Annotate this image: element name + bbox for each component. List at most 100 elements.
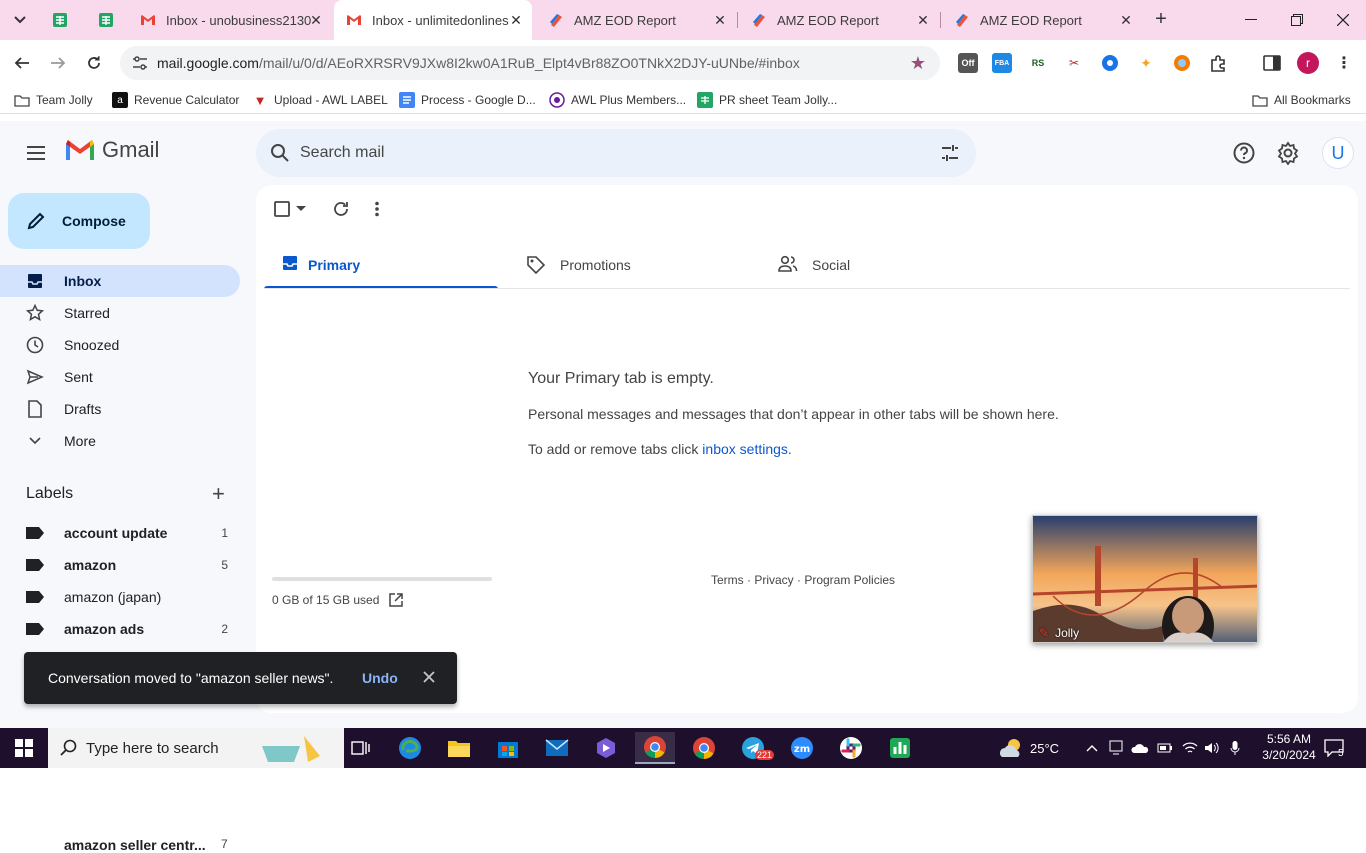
help-icon[interactable] xyxy=(1232,141,1256,165)
system-clock[interactable]: 5:56 AM 3/20/2024 xyxy=(1258,731,1320,763)
taskbar-numbers[interactable] xyxy=(880,732,920,764)
tray-icon[interactable] xyxy=(1109,728,1123,768)
show-hidden-icons[interactable] xyxy=(1086,728,1098,768)
tray-icon[interactable] xyxy=(1131,728,1149,768)
caret-down-icon[interactable] xyxy=(296,206,306,212)
browser-tab[interactable]: AMZ EOD Report ✕ xyxy=(536,0,736,40)
add-label-icon[interactable]: + xyxy=(212,483,225,505)
refresh-button[interactable] xyxy=(332,199,350,219)
pinned-tab-sheets-2[interactable] xyxy=(88,8,124,32)
close-tab-icon[interactable]: ✕ xyxy=(308,12,324,28)
taskbar-app-purple[interactable] xyxy=(586,732,626,764)
tray-icon[interactable] xyxy=(1204,728,1220,768)
forward-button[interactable] xyxy=(44,49,72,77)
taskbar-file-explorer[interactable] xyxy=(439,732,479,764)
inbox-settings-link[interactable]: inbox settings xyxy=(702,441,788,457)
taskbar-chrome[interactable] xyxy=(635,732,675,764)
bookmark-pr-sheet[interactable]: PR sheet Team Jolly... xyxy=(697,91,837,109)
browser-menu-icon[interactable]: ⋮ xyxy=(1334,53,1354,73)
back-button[interactable] xyxy=(8,49,36,77)
label-item[interactable]: amazon 5 xyxy=(0,549,240,581)
pinned-tab-sheets[interactable] xyxy=(42,8,78,32)
minimize-button[interactable] xyxy=(1228,0,1274,40)
extension-off[interactable]: Off xyxy=(958,53,978,73)
browser-tab-active[interactable]: Inbox - unlimitedonlines ✕ xyxy=(334,0,532,40)
tab-social[interactable]: Social xyxy=(760,241,994,289)
taskbar-search[interactable]: Type here to search xyxy=(48,728,344,768)
nav-starred[interactable]: Starred xyxy=(0,297,240,329)
select-all-checkbox[interactable] xyxy=(274,199,306,219)
extensions-menu-button[interactable] xyxy=(1208,53,1228,73)
taskbar-store[interactable] xyxy=(488,732,528,764)
bookmark-team-jolly[interactable]: Team Jolly xyxy=(14,91,93,109)
label-item[interactable]: amazon (japan) xyxy=(0,581,240,613)
tab-promotions[interactable]: Promotions xyxy=(508,241,742,289)
bookmark-upload-awl[interactable]: ▼ Upload - AWL LABEL xyxy=(252,91,388,109)
tab-search-button[interactable] xyxy=(6,8,34,32)
nav-snoozed[interactable]: Snoozed xyxy=(0,329,240,361)
close-tab-icon[interactable]: ✕ xyxy=(915,12,931,28)
undo-button[interactable]: Undo xyxy=(362,670,398,686)
label-name-partial[interactable]: amazon seller centr... xyxy=(64,837,206,853)
close-icon[interactable] xyxy=(422,670,436,684)
nav-inbox[interactable]: Inbox xyxy=(0,265,240,297)
extension-icon[interactable]: ✂ xyxy=(1064,53,1084,73)
close-window-button[interactable] xyxy=(1320,0,1366,40)
extension-scout-icon[interactable]: ✦ xyxy=(1136,53,1156,73)
extension-rs[interactable]: RS xyxy=(1028,53,1048,73)
extension-icon[interactable] xyxy=(1172,53,1192,73)
settings-gear-icon[interactable] xyxy=(1276,141,1300,165)
task-view-button[interactable] xyxy=(340,732,380,764)
search-input[interactable] xyxy=(300,141,900,165)
extension-fba[interactable]: FBA xyxy=(992,53,1012,73)
side-panel-button[interactable] xyxy=(1262,53,1282,73)
compose-button[interactable]: Compose xyxy=(8,193,150,249)
account-avatar[interactable]: U xyxy=(1322,137,1354,169)
restore-button[interactable] xyxy=(1274,0,1320,40)
tray-icon[interactable] xyxy=(1230,728,1240,768)
all-bookmarks-button[interactable]: All Bookmarks xyxy=(1252,91,1351,109)
taskbar-telegram[interactable]: 221 xyxy=(733,732,775,764)
nav-drafts[interactable]: Drafts xyxy=(0,393,240,425)
browser-tab[interactable]: AMZ EOD Report ✕ xyxy=(739,0,939,40)
label-item[interactable]: amazon ads 2 xyxy=(0,613,240,645)
taskbar-zoom[interactable]: zm xyxy=(782,732,822,764)
bookmark-awl-plus[interactable]: AWL Plus Members... xyxy=(549,91,686,109)
gmail-logo[interactable]: Gmail xyxy=(64,137,159,163)
search-icon[interactable] xyxy=(270,143,290,163)
new-tab-button[interactable]: + xyxy=(1150,9,1172,31)
bookmark-star-icon[interactable]: ★ xyxy=(910,53,926,74)
bookmark-process-doc[interactable]: Process - Google D... xyxy=(399,91,536,109)
label-item[interactable]: account update 1 xyxy=(0,517,240,549)
start-button[interactable] xyxy=(0,728,48,768)
profile-avatar[interactable]: r xyxy=(1297,52,1319,74)
taskbar-edge[interactable] xyxy=(390,732,430,764)
browser-tab[interactable]: AMZ EOD Report ✕ xyxy=(942,0,1142,40)
tray-icon[interactable] xyxy=(1157,728,1173,768)
open-external-icon[interactable] xyxy=(389,593,404,607)
reload-button[interactable] xyxy=(80,49,108,77)
weather-widget[interactable]: 25°C xyxy=(998,728,1059,768)
nav-sent[interactable]: Sent xyxy=(0,361,240,393)
taskbar-mail[interactable] xyxy=(537,732,577,764)
video-call-tile[interactable]: ✎ Jolly xyxy=(1032,515,1258,643)
search-options-icon[interactable] xyxy=(940,143,960,163)
footer-links[interactable]: Terms · Privacy · Program Policies xyxy=(711,573,895,587)
close-tab-icon[interactable]: ✕ xyxy=(712,12,728,28)
tray-icon[interactable] xyxy=(1182,728,1198,768)
browser-tab[interactable]: Inbox - unobusiness2130 ✕ xyxy=(128,0,332,40)
site-info-icon[interactable] xyxy=(132,55,148,71)
main-menu-icon[interactable] xyxy=(24,141,48,165)
telegram-badge: 221 xyxy=(755,750,775,760)
extension-icon[interactable] xyxy=(1100,53,1120,73)
address-bar[interactable]: mail.google.com/mail/u/0/d/AEoRXRSRV9JXw… xyxy=(120,46,940,80)
close-tab-icon[interactable]: ✕ xyxy=(508,12,524,28)
nav-more[interactable]: More xyxy=(0,425,240,457)
close-tab-icon[interactable]: ✕ xyxy=(1118,12,1134,28)
bookmark-revenue-calculator[interactable]: a Revenue Calculator xyxy=(112,91,239,109)
taskbar-chrome-profile[interactable] xyxy=(684,732,724,764)
tab-primary[interactable]: Primary xyxy=(264,241,498,289)
more-actions-button[interactable] xyxy=(374,199,380,219)
taskbar-slack[interactable] xyxy=(831,732,871,764)
notification-center[interactable]: 5 xyxy=(1324,728,1344,768)
